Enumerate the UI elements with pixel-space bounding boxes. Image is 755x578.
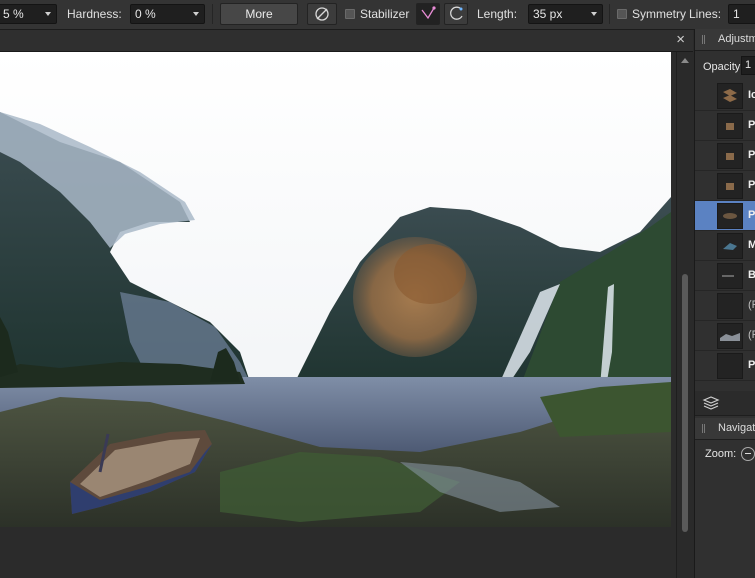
scrollbar-thumb[interactable] <box>682 274 688 532</box>
chevron-down-icon <box>193 12 199 16</box>
opacity-row: Opacity: 1 <box>695 51 755 81</box>
document-canvas[interactable] <box>0 52 671 527</box>
symmetry-label: Symmetry <box>632 7 686 21</box>
layer-name: Ic <box>748 89 755 101</box>
layer-row[interactable]: M <box>695 231 755 261</box>
layer-name: (F <box>748 329 755 341</box>
panel-grip-icon[interactable] <box>702 35 705 44</box>
length-field[interactable]: 35 px <box>528 4 603 24</box>
layer-name: P <box>748 149 755 161</box>
layer-name: P <box>748 359 755 371</box>
stabilizer-checkbox[interactable] <box>345 9 355 19</box>
length-label: Length: <box>477 7 518 21</box>
opacity-label: Opacity: <box>703 61 744 73</box>
hardness-value: 0 % <box>135 7 156 21</box>
layer-thumbnail <box>717 143 743 169</box>
zoom-out-icon[interactable] <box>741 447 755 461</box>
landscape-image <box>0 52 671 527</box>
layer-thumbnail <box>717 353 743 379</box>
context-toolbar: 5 % Hardness: 0 % More Stabilizer Length… <box>0 0 755 30</box>
navigator-title: Navigat <box>718 422 755 434</box>
layer-row[interactable]: P <box>695 141 755 171</box>
layer-thumbnail <box>717 83 743 109</box>
hardness-field[interactable]: 0 % <box>130 4 205 24</box>
width-value: 5 % <box>3 7 24 21</box>
length-value: 35 px <box>533 7 563 21</box>
lines-label: Lines: <box>689 7 722 21</box>
brush-strokes-icon <box>723 89 737 102</box>
pressure-icon <box>315 7 329 21</box>
toolbar-divider <box>609 4 610 24</box>
layers-footer <box>695 391 755 416</box>
layer-name: P <box>748 119 755 131</box>
scroll-up-icon[interactable] <box>681 58 689 63</box>
mask-swatch-icon <box>723 243 737 250</box>
brown-patch-icon <box>723 213 737 219</box>
layer-row[interactable]: Ic <box>695 81 755 111</box>
lines-field[interactable]: 1 <box>728 4 755 24</box>
rope-mode-button[interactable] <box>416 3 440 25</box>
toolbar-divider <box>212 4 213 24</box>
lines-value: 1 <box>733 7 740 21</box>
layer-name: B <box>748 269 755 281</box>
symmetry-checkbox[interactable] <box>617 9 627 19</box>
close-document-icon[interactable]: × <box>676 31 685 48</box>
layer-thumbnail <box>717 293 743 319</box>
layer-row[interactable]: P <box>695 351 755 381</box>
navigator-panel-header[interactable]: Navigat <box>695 418 755 440</box>
layer-row[interactable]: (F <box>695 321 755 351</box>
adjustments-title: Adjustm <box>718 33 755 45</box>
layer-name: M <box>748 239 755 251</box>
stabilizer-label: Stabilizer <box>360 7 410 21</box>
cloud-thumb-icon <box>720 333 740 341</box>
document-tab-bar: × <box>0 30 693 52</box>
pressure-button[interactable] <box>307 3 337 25</box>
layer-row-selected[interactable]: P <box>695 201 755 231</box>
hardness-label: Hardness: <box>67 7 122 21</box>
rock-texture-icon <box>726 183 734 190</box>
right-panel-column: Adjustm Opacity: 1 Ic P P P P M B ((P … <box>694 29 755 578</box>
layer-row[interactable]: B <box>695 261 755 291</box>
layer-name: (F <box>748 299 755 311</box>
layer-thumbnail <box>717 263 743 289</box>
window-mode-button[interactable] <box>444 3 468 25</box>
rope-icon <box>421 6 436 20</box>
layer-row[interactable]: P <box>695 171 755 201</box>
layer-thumbnail <box>717 203 743 229</box>
layers-stack-icon[interactable] <box>700 392 722 414</box>
layer-thumbnail <box>717 323 743 349</box>
width-field[interactable]: 5 % <box>0 4 57 24</box>
opacity-field[interactable]: 1 <box>741 56 755 75</box>
more-button[interactable]: More <box>220 3 298 25</box>
adjustments-panel-header[interactable]: Adjustm <box>695 29 755 51</box>
line-thumb-icon <box>722 275 734 277</box>
canvas-vertical-scrollbar[interactable] <box>676 52 694 578</box>
layer-name: P <box>748 179 755 191</box>
window-mode-icon <box>450 6 463 20</box>
layer-name: P <box>748 209 755 221</box>
canvas-area <box>0 52 676 578</box>
layer-row[interactable]: P <box>695 111 755 141</box>
chevron-down-icon <box>591 12 597 16</box>
rock-texture-icon <box>726 123 734 130</box>
layer-thumbnail <box>717 173 743 199</box>
zoom-label: Zoom: <box>705 448 737 460</box>
zoom-row: Zoom: <box>695 441 755 471</box>
chevron-down-icon <box>45 12 51 16</box>
panel-grip-icon[interactable] <box>702 424 705 433</box>
layer-row[interactable]: (F <box>695 291 755 321</box>
rock-texture-icon <box>726 153 734 160</box>
layer-thumbnail <box>717 233 743 259</box>
layer-thumbnail <box>717 113 743 139</box>
